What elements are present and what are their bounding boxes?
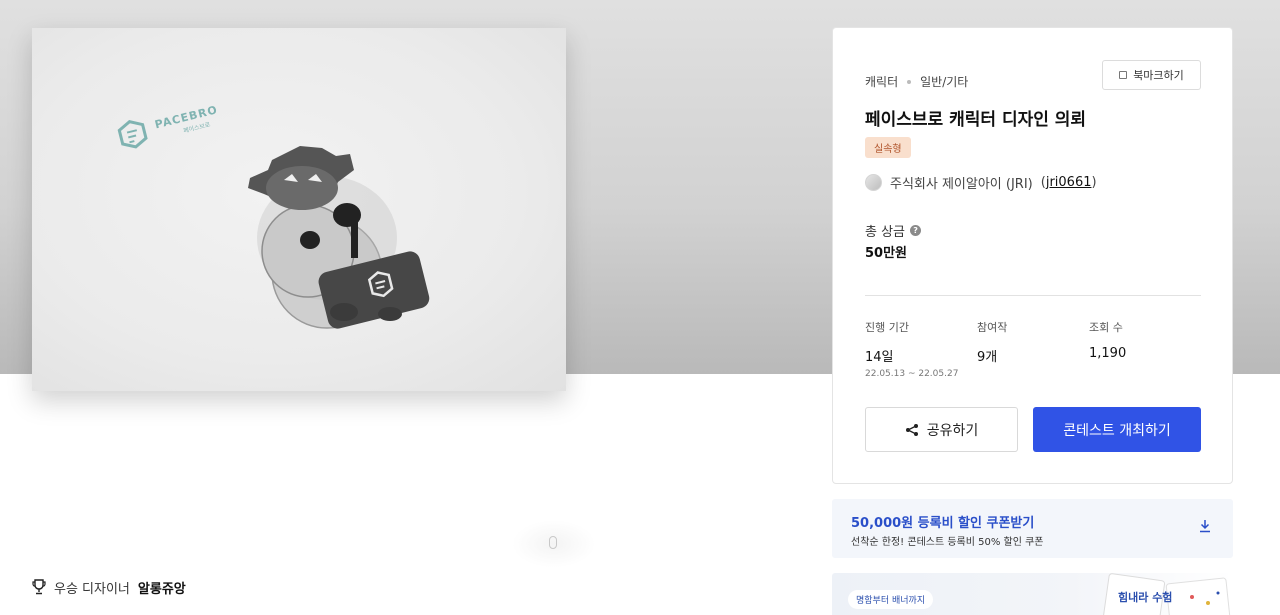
share-label: 공유하기 <box>926 422 979 439</box>
promo-pill: 명함부터 배너까지 <box>848 590 934 609</box>
host-info: 주식회사 제이알아이 (JRI) (jri0661) <box>865 173 1097 192</box>
host-name: 주식회사 제이알아이 (JRI) <box>890 177 1033 192</box>
contest-info-card: 캐릭터 일반/기타 북마크하기 페이스브로 캐릭터 디자인 의뢰 실속형 주식회… <box>832 27 1233 484</box>
mouse-scroll-icon <box>549 536 557 549</box>
stat-entries: 참여작 9개 <box>977 319 1007 365</box>
host-handle-link[interactable]: jri0661 <box>1046 175 1092 190</box>
plan-badge: 실속형 <box>865 137 911 158</box>
scroll-indicator <box>512 520 596 568</box>
stat-views: 조회 수 1,190 <box>1089 319 1126 361</box>
svg-text:힘내라 수험: 힘내라 수험 <box>1118 590 1172 604</box>
promo-banner[interactable]: 명함부터 배너까지 힘내라 수험 <box>832 573 1233 615</box>
stat-entries-value: 9개 <box>977 350 998 365</box>
stat-period-label: 진행 기간 <box>865 321 909 334</box>
stat-period: 진행 기간 14일 22.05.13 ~ 22.05.27 <box>865 319 958 379</box>
contest-main-image[interactable]: PACEBRO 페이스브로 <box>32 28 566 391</box>
character-figure <box>248 146 430 329</box>
stat-entries-label: 참여작 <box>977 321 1008 334</box>
winner-prefix: 우승 디자이너 <box>54 581 130 597</box>
winner-name[interactable]: 알롱쥬앙 <box>138 578 186 597</box>
share-button[interactable]: 공유하기 <box>865 407 1018 452</box>
trophy-icon <box>32 579 46 595</box>
breadcrumb: 캐릭터 일반/기타 <box>865 73 968 90</box>
bookmark-icon <box>1119 71 1128 79</box>
character-artwork: PACEBRO 페이스브로 <box>117 103 430 329</box>
host-avatar <box>865 174 882 191</box>
divider <box>865 295 1201 296</box>
coupon-title: 50,000원 등록비 할인 쿠폰받기 <box>851 516 1035 531</box>
host-contest-button[interactable]: 콘테스트 개최하기 <box>1033 407 1201 452</box>
contest-title: 페이스브로 캐릭터 디자인 의뢰 <box>865 110 1087 130</box>
winner-designer: 우승 디자이너 알롱쥬앙 <box>32 577 186 597</box>
breadcrumb-subcategory[interactable]: 일반/기타 <box>920 73 968 90</box>
breadcrumb-separator <box>907 79 912 84</box>
promo-artwork: 힘내라 수험 <box>1102 573 1231 615</box>
stat-period-value: 14일 <box>865 350 894 365</box>
coupon-subtitle: 선착순 한정! 콘테스트 등록비 50% 할인 쿠폰 <box>851 537 1044 548</box>
host-handle-wrapper: (jri0661) <box>1040 175 1097 190</box>
help-icon[interactable]: ? <box>910 225 922 236</box>
prize-value: 50만원 <box>865 246 908 261</box>
breadcrumb-category[interactable]: 캐릭터 <box>865 73 898 90</box>
stat-views-value: 1,190 <box>1089 346 1127 361</box>
download-icon[interactable] <box>1198 519 1212 533</box>
stat-period-range: 22.05.13 ~ 22.05.27 <box>865 369 959 379</box>
coupon-banner[interactable]: 50,000원 등록비 할인 쿠폰받기 선착순 한정! 콘테스트 등록비 50%… <box>832 499 1233 558</box>
bookmark-button[interactable]: 북마크하기 <box>1102 60 1201 90</box>
pacebro-logo: PACEBRO 페이스브로 <box>117 103 219 149</box>
share-icon <box>905 423 918 436</box>
stat-views-label: 조회 수 <box>1089 321 1123 334</box>
bookmark-label: 북마크하기 <box>1133 69 1184 82</box>
prize-label: 총 상금 ? <box>865 221 922 240</box>
